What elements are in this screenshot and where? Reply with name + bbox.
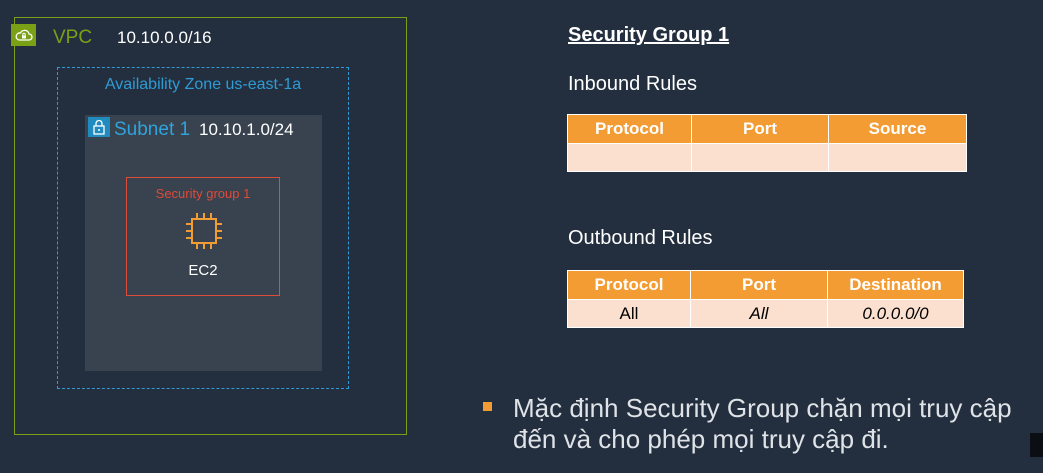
subnet-cidr: 10.10.1.0/24 xyxy=(199,120,294,139)
security-group-label: Security group 1 xyxy=(155,186,251,201)
table-cell xyxy=(828,143,967,172)
vpc-cidr: 10.10.0.0/16 xyxy=(117,28,212,47)
inbound-rules-title: Inbound Rules xyxy=(568,73,697,95)
table-header-row: Protocol Port Destination xyxy=(567,270,964,300)
table-row xyxy=(567,143,967,172)
table-cell xyxy=(691,143,829,172)
column-header: Protocol xyxy=(567,114,692,144)
table-header-row: Protocol Port Source xyxy=(567,114,967,144)
table-cell: All xyxy=(690,299,828,328)
vpc-label: VPC xyxy=(53,27,93,48)
outbound-rules-table: Protocol Port Destination All All 0.0.0.… xyxy=(567,270,964,328)
column-header: Port xyxy=(690,270,828,300)
table-cell: 0.0.0.0/0 xyxy=(827,299,964,328)
table-cell: All xyxy=(567,299,691,328)
note-text: Mặc định Security Group chặn mọi truy cậ… xyxy=(513,393,1012,454)
subnet-label: Subnet 1 xyxy=(114,119,191,140)
column-header: Source xyxy=(828,114,967,144)
column-header: Destination xyxy=(827,270,964,300)
cloud-lock-icon xyxy=(11,24,36,46)
availability-zone-label: Availability Zone us-east-1a xyxy=(104,76,302,93)
table-cell xyxy=(567,143,692,172)
ec2-label: EC2 xyxy=(188,262,218,279)
ec2-chip-icon xyxy=(183,210,225,252)
column-header: Protocol xyxy=(567,270,691,300)
bullet-marker xyxy=(483,402,492,411)
padlock-icon xyxy=(88,117,110,137)
column-header: Port xyxy=(691,114,829,144)
table-row: All All 0.0.0.0/0 xyxy=(567,299,964,328)
rules-panel-title: Security Group 1 xyxy=(568,24,730,46)
outbound-rules-title: Outbound Rules xyxy=(568,227,713,249)
inbound-rules-table: Protocol Port Source xyxy=(567,114,967,172)
corner-overlay xyxy=(1030,433,1043,457)
